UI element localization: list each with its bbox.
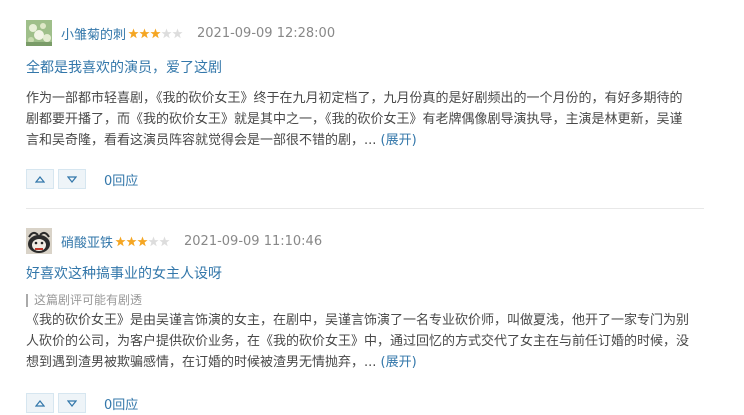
review-body-line: 作为一部都市轻喜剧，《我的砍价女王》终于在九月初定档了，九月份真的是好剧频出的一… — [26, 91, 683, 106]
username-link[interactable]: 硝酸亚铁 — [61, 232, 113, 251]
review-body: 《我的砍价女王》是由吴谨言饰演的女主，在剧中，吴谨言饰演了一名专业砍价师，叫做夏… — [26, 310, 704, 373]
review-body-line: 《我的砍价女王》是由吴谨言饰演的女主，在剧中，吴谨言饰演了一名专业砍价师，叫做夏… — [26, 313, 690, 328]
review-title[interactable]: 好喜欢这种搞事业的女主人设呀 — [26, 263, 222, 283]
review-item: 小雏菊的刺 2021-09-09 12:28:00 全都是我喜欢的演员，爱了这剧… — [0, 0, 744, 206]
review-body: 作为一部都市轻喜剧，《我的砍价女王》终于在九月初定档了，九月份真的是好剧频出的一… — [26, 88, 704, 151]
expand-link[interactable]: (展开) — [381, 133, 417, 148]
review-body-line: 言和吴奇隆，看看这演员阵容就觉得会是一部很不错的剧，... (展开) — [26, 130, 704, 151]
triangle-down-icon — [67, 399, 77, 407]
triangle-down-icon — [67, 175, 77, 183]
divider — [26, 208, 704, 209]
star-icon — [159, 236, 170, 246]
review-body-line: 人砍价的公司，为客户提供砍价业务，在《我的砍价女王》中，通过回忆的方式交代了女主… — [26, 334, 690, 349]
downvote-button[interactable] — [58, 393, 86, 413]
star-icon — [115, 236, 126, 246]
rating-stars — [128, 28, 183, 39]
reply-link[interactable]: 0回应 — [104, 394, 138, 413]
review-body-line-text: 想到遇到渣男被欺骗感情，在订婚的时候被渣男无情抛弃，... — [26, 355, 377, 370]
downvote-button[interactable] — [58, 169, 86, 189]
rating-stars — [115, 236, 170, 247]
star-icon — [172, 28, 183, 38]
upvote-button[interactable] — [26, 169, 54, 189]
triangle-up-icon — [35, 399, 45, 407]
review-body-line-text: 言和吴奇隆，看看这演员阵容就觉得会是一部很不错的剧，... — [26, 133, 377, 148]
avatar[interactable] — [26, 228, 52, 254]
review-title[interactable]: 全都是我喜欢的演员，爱了这剧 — [26, 57, 222, 77]
triangle-up-icon — [35, 175, 45, 183]
star-icon — [161, 28, 172, 38]
review-time: 2021-09-09 12:28:00 — [197, 25, 336, 41]
expand-link[interactable]: (展开) — [381, 355, 417, 370]
vote-bar: 0回应 — [26, 169, 138, 189]
upvote-button[interactable] — [26, 393, 54, 413]
star-icon — [150, 28, 161, 38]
star-icon — [148, 236, 159, 246]
star-icon — [126, 236, 137, 246]
review-item: 硝酸亚铁 2021-09-09 11:10:46 好喜欢这种搞事业的女主人设呀 … — [0, 210, 744, 415]
vote-bar: 0回应 — [26, 393, 138, 413]
star-icon — [139, 28, 150, 38]
review-header: 小雏菊的刺 2021-09-09 12:28:00 — [26, 20, 335, 46]
review-body-line: 想到遇到渣男被欺骗感情，在订婚的时候被渣男无情抛弃，... (展开) — [26, 352, 704, 373]
spoiler-notice: 这篇剧评可能有剧透 — [26, 294, 142, 307]
star-icon — [137, 236, 148, 246]
username-link[interactable]: 小雏菊的刺 — [61, 24, 126, 43]
review-body-line: 剧都要开播了，而《我的砍价女王》就是其中之一，《我的砍价女王》有老牌偶像剧导演执… — [26, 112, 683, 127]
reply-link[interactable]: 0回应 — [104, 170, 138, 189]
avatar[interactable] — [26, 20, 52, 46]
review-time: 2021-09-09 11:10:46 — [184, 233, 323, 249]
review-header: 硝酸亚铁 2021-09-09 11:10:46 — [26, 228, 322, 254]
star-icon — [128, 28, 139, 38]
